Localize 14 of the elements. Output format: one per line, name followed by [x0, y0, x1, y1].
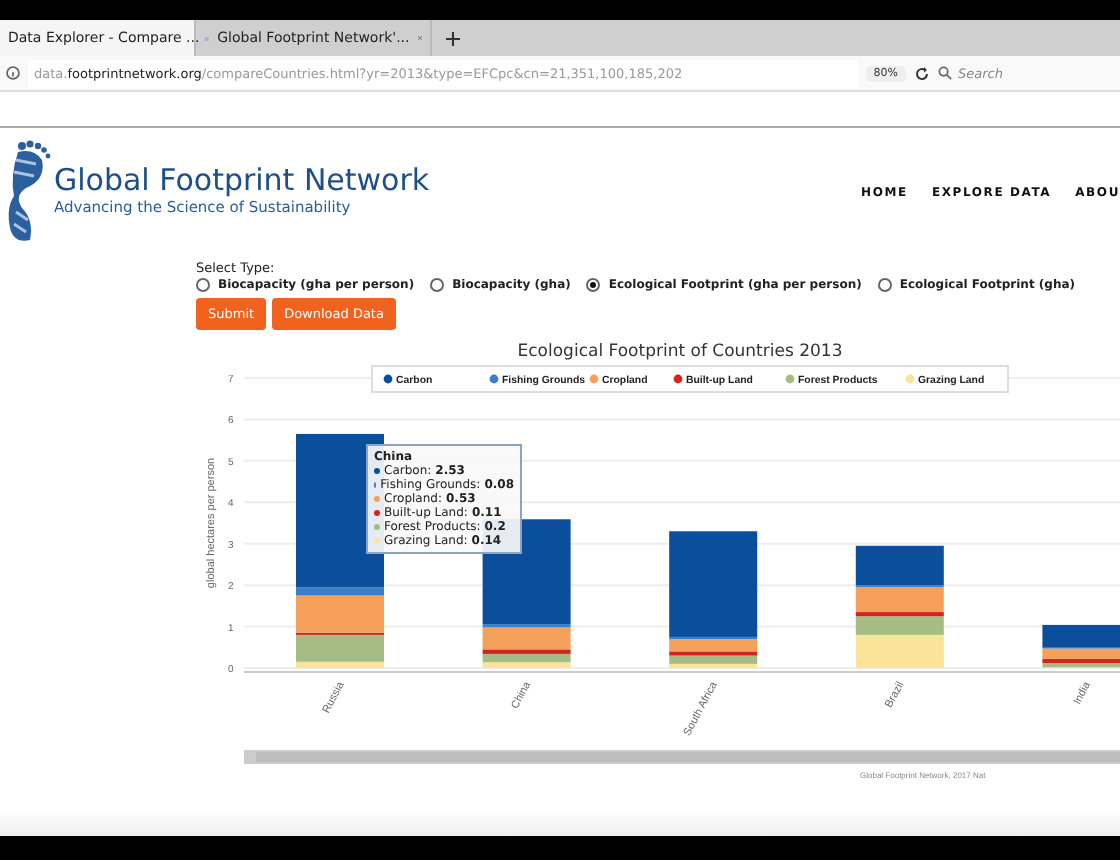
radio-button[interactable] [877, 278, 892, 292]
bar-segment[interactable] [1042, 624, 1120, 648]
radio-button[interactable] [586, 278, 601, 292]
radio-button[interactable] [430, 278, 445, 292]
chart-title: Ecological Footprint of Countries 2013 [515, 342, 845, 362]
reload-icon[interactable] [914, 65, 930, 81]
info-icon[interactable] [6, 66, 20, 80]
bar-segment[interactable] [855, 545, 944, 586]
bar-segment[interactable] [482, 653, 571, 663]
horizontal-scrollbar[interactable] [244, 750, 1120, 764]
radio-button[interactable] [196, 278, 210, 292]
new-tab-icon[interactable] [445, 31, 459, 45]
logo-title: Global Footprint Network [54, 161, 430, 197]
search-icon [938, 66, 952, 80]
